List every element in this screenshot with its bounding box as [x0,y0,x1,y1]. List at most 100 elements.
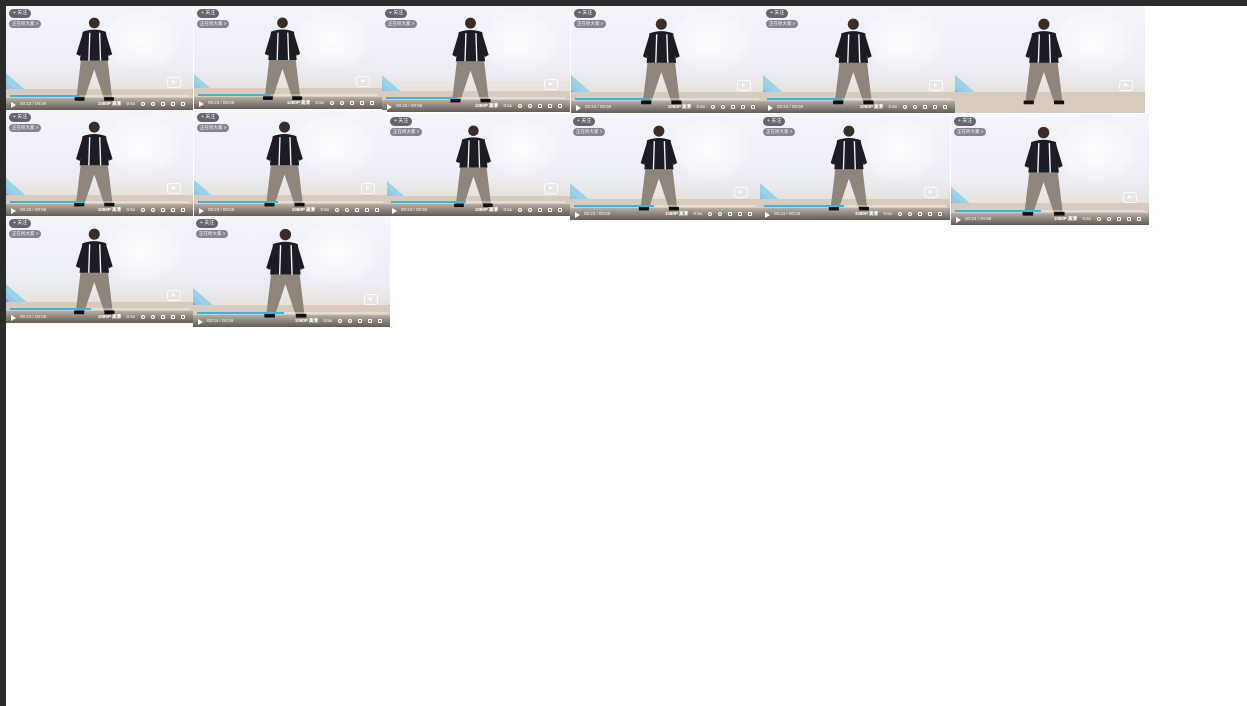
video-player-frame[interactable]: + 关注 正在听大家 > 00:23 / 00:59 1080P 高清 0.5x [6,6,193,110]
video-player-frame[interactable]: + 关注 正在听大家 > 00:24 / 00:59 1080P 高清 0.5x [6,216,193,323]
listening-tag[interactable]: 正在听大家 > [9,20,42,28]
video-player-frame[interactable]: + 关注 正在听大家 > 00:23 / 00:59 1080P 高清 0.5x [571,6,763,113]
settings-icon[interactable] [151,102,155,106]
settings-icon[interactable] [721,105,725,109]
widescreen-icon[interactable] [171,315,175,319]
widescreen-icon[interactable] [171,208,175,212]
speed-button[interactable]: 0.5x [503,204,512,216]
play-icon[interactable] [956,216,961,223]
play-icon[interactable] [199,207,204,214]
pip-icon[interactable] [538,104,542,108]
volume-icon[interactable] [141,208,145,212]
listening-tag[interactable]: 正在听大家 > [196,230,229,238]
speed-button[interactable]: 0.5x [320,204,329,216]
video-player-frame[interactable]: + 关注 正在听大家 > 00:23 / 00:59 1080P 高清 0.5x [6,110,193,216]
speed-button[interactable]: 0.5x [503,100,512,112]
progress-bar[interactable] [767,98,951,100]
follow-badge[interactable]: + 关注 [763,117,786,126]
video-player-frame[interactable]: + 关注 正在听大家 > 00:24 / 00:59 1080P 高清 0.5x [193,216,390,327]
widescreen-icon[interactable] [928,212,932,216]
quality-button[interactable]: 1080P 高清 [295,315,318,327]
progress-bar[interactable] [386,97,566,99]
fullscreen-icon[interactable] [181,208,185,212]
play-icon[interactable] [198,318,203,325]
video-player-frame[interactable]: + 关注 正在听大家 > 00:23 / 00:59 1080P 高清 0.5x [763,6,955,113]
volume-icon[interactable] [708,212,712,216]
volume-icon[interactable] [338,319,342,323]
play-icon[interactable] [575,211,580,218]
follow-badge[interactable]: + 关注 [390,117,413,126]
widescreen-icon[interactable] [368,319,372,323]
pip-icon[interactable] [1117,217,1121,221]
quality-button[interactable]: 1080P 高清 [98,311,121,323]
progress-bar[interactable] [198,94,378,96]
volume-icon[interactable] [141,102,145,106]
widescreen-icon[interactable] [548,208,552,212]
follow-badge[interactable]: + 关注 [196,219,219,228]
widescreen-icon[interactable] [1127,217,1131,221]
pip-icon[interactable] [350,101,354,105]
fullscreen-icon[interactable] [375,208,379,212]
volume-icon[interactable] [898,212,902,216]
settings-icon[interactable] [913,105,917,109]
settings-icon[interactable] [528,104,532,108]
play-icon[interactable] [199,100,204,107]
speed-button[interactable]: 0.5x [315,97,324,109]
volume-icon[interactable] [518,104,522,108]
widescreen-icon[interactable] [738,212,742,216]
follow-badge[interactable]: + 关注 [9,219,32,228]
play-icon[interactable] [11,314,16,321]
fullscreen-icon[interactable] [938,212,942,216]
listening-tag[interactable]: 正在听大家 > [573,128,606,136]
fullscreen-icon[interactable] [748,212,752,216]
pip-icon[interactable] [355,208,359,212]
pip-icon[interactable] [161,208,165,212]
speed-button[interactable]: 0.5x [126,311,135,323]
widescreen-icon[interactable] [365,208,369,212]
video-player-frame[interactable]: + 关注 正在听大家 > 00:23 / 00:59 1080P 高清 0.5x [387,114,570,216]
speed-button[interactable]: 0.5x [696,101,705,113]
quality-button[interactable]: 1080P 高清 [475,204,498,216]
quality-button[interactable]: 1080P 高清 [475,100,498,112]
quality-button[interactable]: 1080P 高清 [665,208,688,220]
quality-button[interactable]: 1080P 高清 [287,97,310,109]
play-icon[interactable] [11,207,16,214]
progress-bar[interactable] [574,205,756,207]
follow-badge[interactable]: + 关注 [9,9,32,18]
play-icon[interactable] [765,211,770,218]
quality-button[interactable]: 1080P 高清 [98,98,121,110]
video-player-frame[interactable]: + 关注 正在听大家 > 00:23 / 00:59 1080P 高清 0.5x [382,6,570,112]
volume-icon[interactable] [141,315,145,319]
listening-tag[interactable]: 正在听大家 > [390,128,423,136]
widescreen-icon[interactable] [171,102,175,106]
play-icon[interactable] [11,101,16,108]
quality-button[interactable]: 1080P 高清 [1054,213,1077,225]
fullscreen-icon[interactable] [943,105,947,109]
widescreen-icon[interactable] [933,105,937,109]
fullscreen-icon[interactable] [378,319,382,323]
progress-bar[interactable] [10,95,189,97]
widescreen-icon[interactable] [548,104,552,108]
listening-tag[interactable]: 正在听大家 > [197,124,230,132]
speed-button[interactable]: 0.5x [888,101,897,113]
pip-icon[interactable] [731,105,735,109]
settings-icon[interactable] [345,208,349,212]
play-icon[interactable] [768,104,773,111]
fullscreen-icon[interactable] [558,104,562,108]
pip-icon[interactable] [918,212,922,216]
video-player-frame[interactable]: + 关注 正在听大家 > 00:23 / 00:59 1080P 高清 0.5x [194,110,387,216]
pip-icon[interactable] [161,315,165,319]
listening-tag[interactable]: 正在听大家 > [574,20,607,28]
settings-icon[interactable] [1107,217,1111,221]
volume-icon[interactable] [711,105,715,109]
fullscreen-icon[interactable] [181,315,185,319]
follow-badge[interactable]: + 关注 [197,9,220,18]
progress-bar[interactable] [10,308,189,310]
settings-icon[interactable] [528,208,532,212]
settings-icon[interactable] [718,212,722,216]
settings-icon[interactable] [908,212,912,216]
quality-button[interactable]: 1080P 高清 [292,204,315,216]
settings-icon[interactable] [348,319,352,323]
listening-tag[interactable]: 正在听大家 > [9,230,42,238]
follow-badge[interactable]: + 关注 [573,117,596,126]
